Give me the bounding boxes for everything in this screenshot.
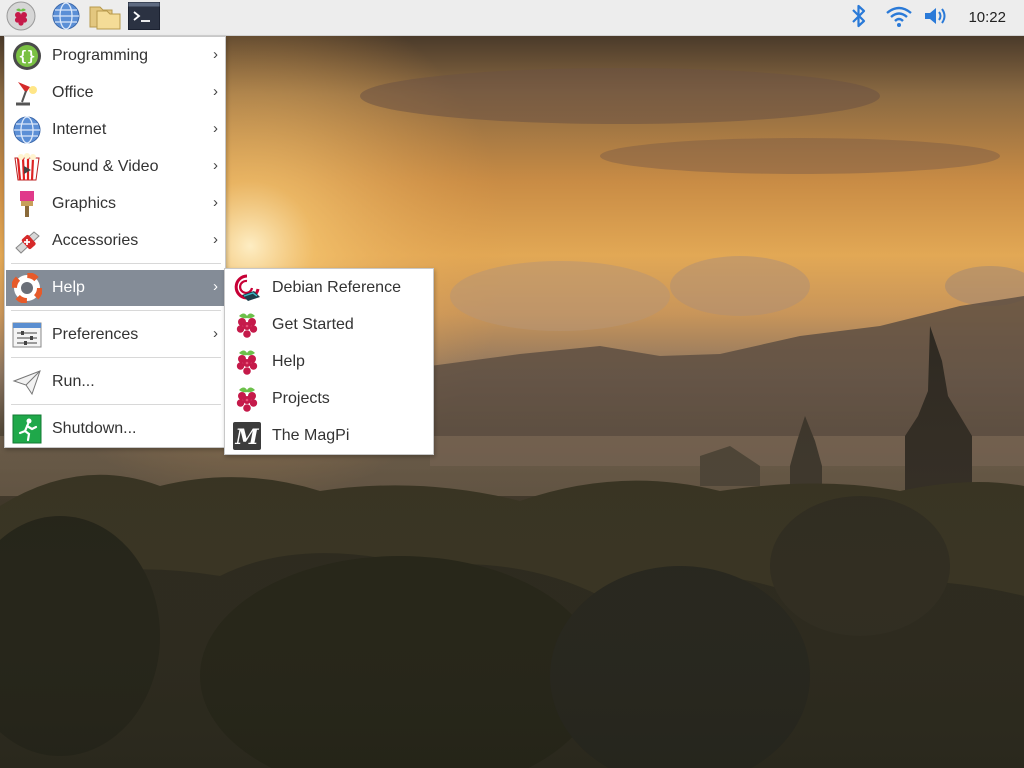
terminal-launcher[interactable] [128, 1, 160, 35]
menu-item-help[interactable]: Help › [6, 270, 224, 306]
submenu-item-label: The MagPi [272, 427, 350, 444]
applications-menu-button[interactable] [6, 1, 36, 36]
submenu-arrow-icon: › [213, 194, 218, 211]
submenu-item-the-magpi[interactable]: M The MagPi [226, 418, 432, 454]
bluetooth-icon [850, 3, 868, 34]
internet-icon [10, 113, 44, 147]
magpi-icon: M [230, 419, 264, 453]
menu-item-label: Accessories [52, 232, 139, 249]
file-manager-icon [89, 1, 121, 36]
submenu-arrow-icon: › [213, 46, 218, 63]
menu-item-label: Preferences [52, 326, 139, 343]
menu-item-graphics[interactable]: Graphics › [6, 186, 224, 222]
shutdown-icon [10, 412, 44, 446]
run-icon [10, 365, 44, 399]
web-browser-icon [51, 1, 81, 36]
accessories-icon [10, 224, 44, 258]
raspberry-icon [230, 382, 264, 416]
wifi-button[interactable] [884, 4, 914, 32]
menu-item-preferences[interactable]: Preferences › [6, 317, 224, 353]
menu-item-internet[interactable]: Internet › [6, 112, 224, 148]
menu-separator [11, 404, 221, 405]
menu-item-label: Office [52, 84, 94, 101]
submenu-arrow-icon: › [213, 120, 218, 137]
svg-text:{}: {} [19, 49, 36, 65]
taskbar: 10:22 [0, 0, 1024, 36]
menu-item-sound-video[interactable]: Sound & Video › [6, 149, 224, 185]
web-browser-launcher[interactable] [51, 1, 81, 36]
menu-item-office[interactable]: Office › [6, 75, 224, 111]
help-submenu: Debian Reference Get Started Help Projec… [224, 268, 434, 455]
menu-separator [11, 310, 221, 311]
submenu-item-projects[interactable]: Projects [226, 381, 432, 417]
raspberry-icon [230, 345, 264, 379]
bluetooth-button[interactable] [846, 4, 872, 32]
menu-item-run[interactable]: Run... [6, 364, 224, 400]
applications-menu: {} Programming › Office › Internet › Sou… [4, 36, 226, 448]
submenu-arrow-icon: › [213, 231, 218, 248]
office-icon [10, 76, 44, 110]
wifi-icon [885, 4, 913, 33]
menu-item-label: Internet [52, 121, 107, 138]
submenu-item-get-started[interactable]: Get Started [226, 307, 432, 343]
menu-item-label: Help [52, 279, 85, 296]
menu-item-accessories[interactable]: Accessories › [6, 223, 224, 259]
submenu-item-label: Debian Reference [272, 279, 401, 296]
debian-icon [230, 271, 264, 305]
sound-video-icon [10, 150, 44, 184]
menu-separator [11, 263, 221, 264]
preferences-icon [10, 318, 44, 352]
svg-text:M: M [234, 424, 259, 449]
submenu-item-help[interactable]: Help [226, 344, 432, 380]
menu-item-label: Shutdown... [52, 420, 137, 437]
raspberry-menu-icon [6, 1, 36, 36]
menu-item-label: Sound & Video [52, 158, 159, 175]
clock[interactable]: 10:22 [968, 9, 1006, 26]
graphics-icon [10, 187, 44, 221]
menu-item-label: Programming [52, 47, 149, 64]
submenu-arrow-icon: › [213, 325, 218, 342]
menu-item-shutdown[interactable]: Shutdown... [6, 411, 224, 447]
menu-item-programming[interactable]: {} Programming › [6, 38, 224, 74]
menu-item-label: Graphics [52, 195, 117, 212]
submenu-item-label: Projects [272, 390, 330, 407]
file-manager-launcher[interactable] [89, 1, 121, 36]
submenu-arrow-icon: › [213, 83, 218, 100]
submenu-item-label: Help [272, 353, 305, 370]
submenu-arrow-icon: › [213, 157, 218, 174]
menu-separator [11, 357, 221, 358]
programming-icon: {} [10, 39, 44, 73]
help-icon [10, 271, 44, 305]
raspberry-icon [230, 308, 264, 342]
volume-button[interactable] [922, 4, 950, 32]
menu-item-label: Run... [52, 373, 95, 390]
volume-icon [923, 5, 949, 32]
terminal-icon [128, 1, 160, 35]
submenu-arrow-icon: › [213, 278, 218, 295]
submenu-item-label: Get Started [272, 316, 354, 333]
submenu-item-debian-reference[interactable]: Debian Reference [226, 270, 432, 306]
